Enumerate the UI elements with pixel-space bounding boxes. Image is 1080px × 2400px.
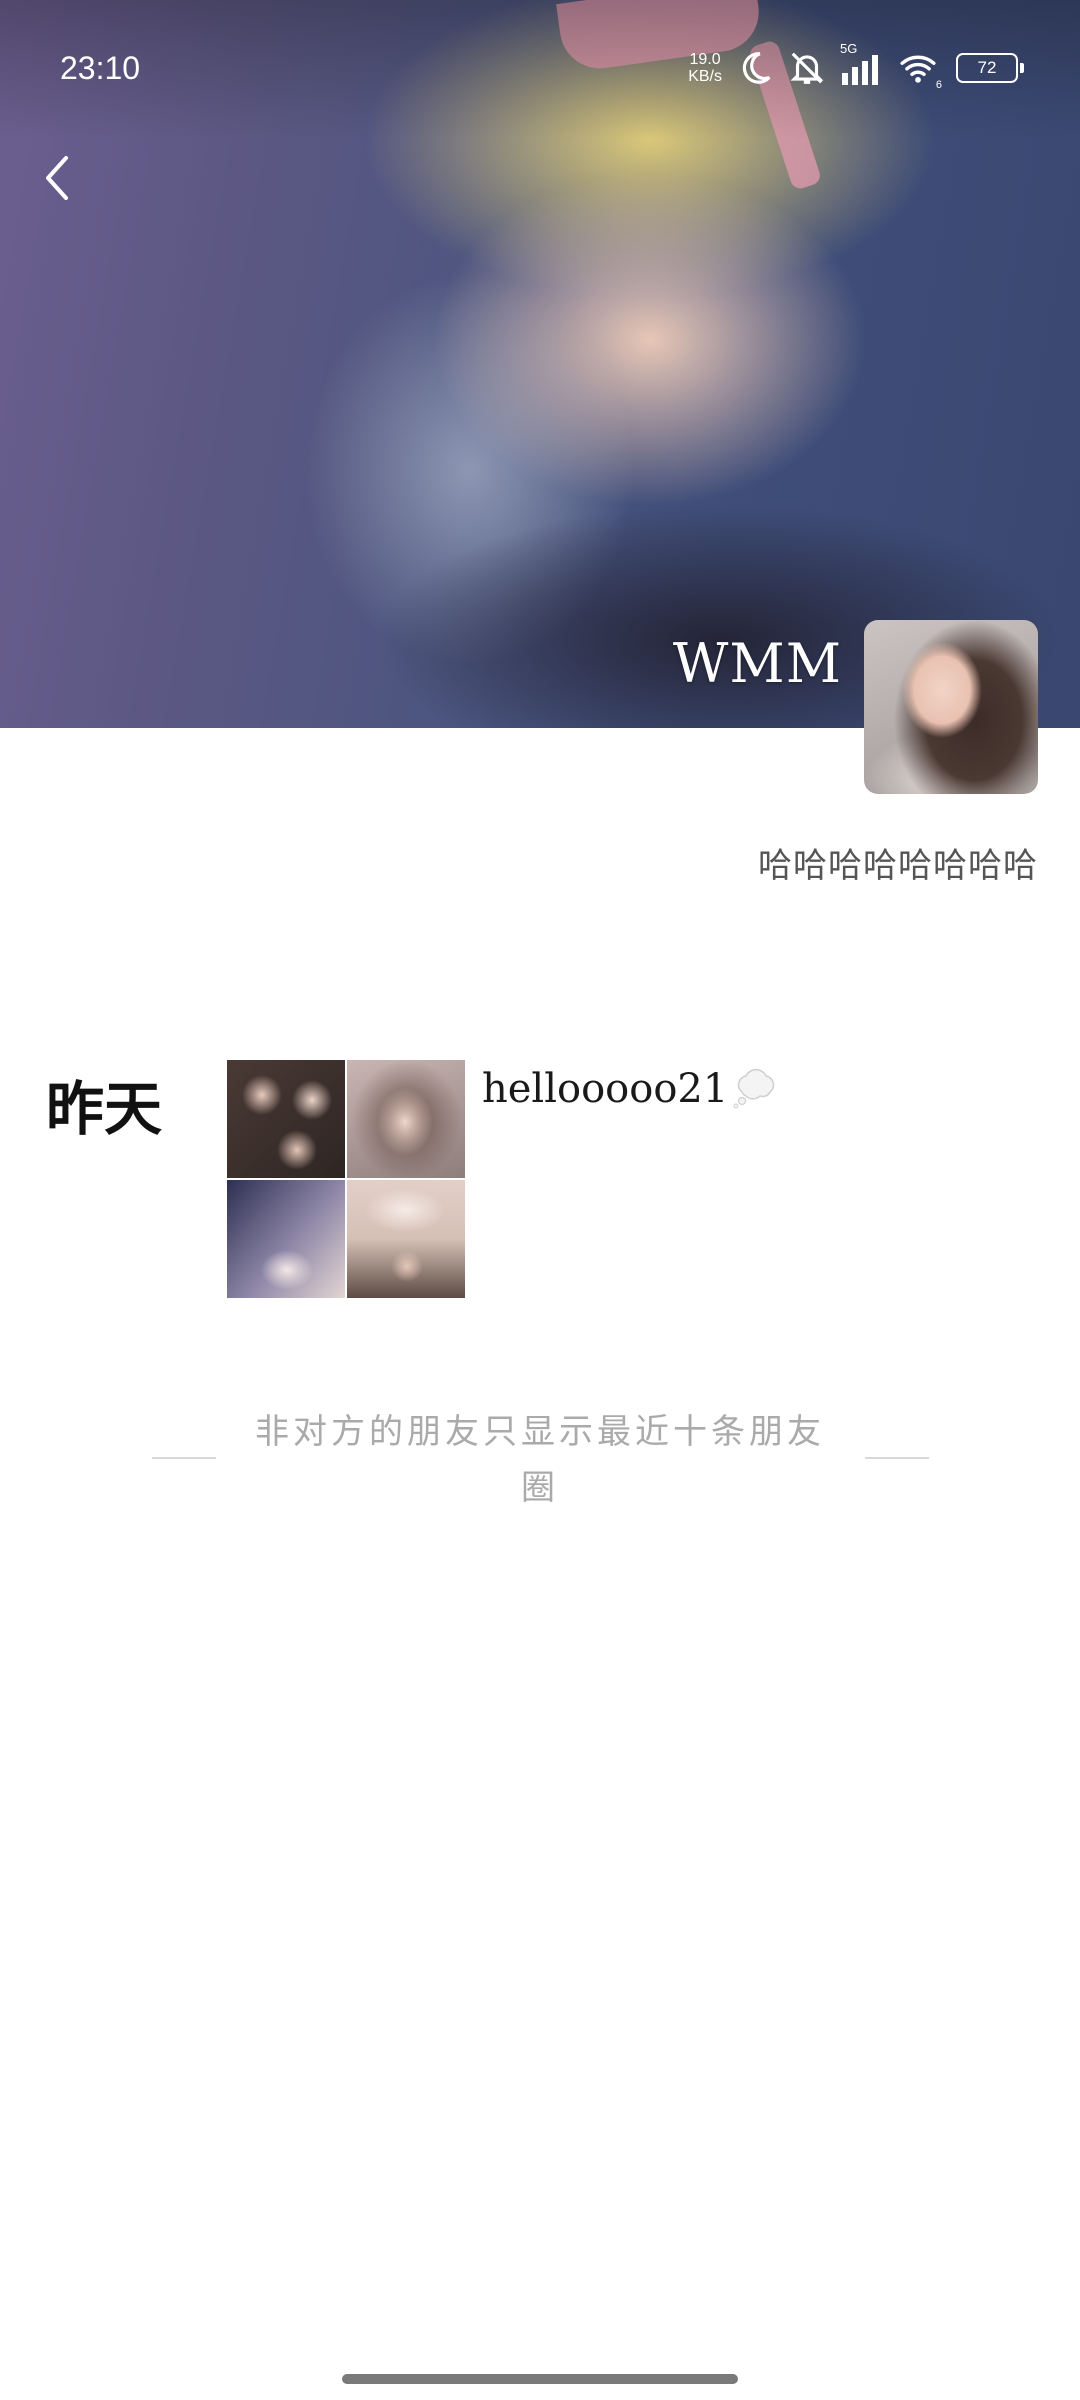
moon-icon	[742, 52, 771, 84]
wifi-badge: 6	[935, 79, 942, 91]
post-date-label: 昨天	[46, 1075, 163, 1143]
status-icons: 19.0 KB/s 5G 6 72	[688, 41, 1024, 92]
thought-bubble-icon	[733, 1068, 775, 1109]
chevron-left-icon	[46, 156, 68, 200]
network-speed: 19.0 KB/s	[688, 51, 722, 85]
profile-signature: 哈哈哈哈哈哈哈哈	[758, 846, 1038, 886]
divider-left	[152, 1457, 216, 1459]
post-caption: hellooooo21	[482, 1066, 729, 1112]
status-time: 23:10	[60, 50, 141, 86]
post-photo-thumbnail	[347, 1180, 465, 1298]
post-photo-thumbnail	[227, 1060, 345, 1178]
mute-bell-icon	[790, 52, 824, 84]
back-button[interactable]	[28, 148, 88, 208]
network-type: 5G	[840, 41, 858, 56]
post-photo-thumbnail	[227, 1180, 345, 1298]
post-photo-thumbnail	[347, 1060, 465, 1178]
battery-icon: 72	[956, 53, 1024, 83]
wifi-icon	[900, 55, 936, 83]
avatar[interactable]	[864, 620, 1038, 794]
home-indicator[interactable]	[342, 2374, 738, 2384]
network-speed-value: 19.0	[689, 51, 721, 68]
post-text[interactable]: hellooooo21	[482, 1066, 780, 1112]
network-speed-unit: KB/s	[688, 68, 722, 85]
wifi-status: 6	[898, 49, 942, 91]
cell-signal: 5G	[840, 41, 884, 87]
profile-name: WMM	[672, 632, 842, 695]
status-bar: 23:10 19.0 KB/s 5G 6 72	[0, 0, 1080, 140]
battery-level: 72	[977, 58, 997, 77]
post-photo-grid[interactable]	[227, 1060, 465, 1298]
moments-limit-note: 非对方的朋友只显示最近十条朋友圈	[255, 1412, 825, 1508]
divider-right	[865, 1457, 929, 1459]
